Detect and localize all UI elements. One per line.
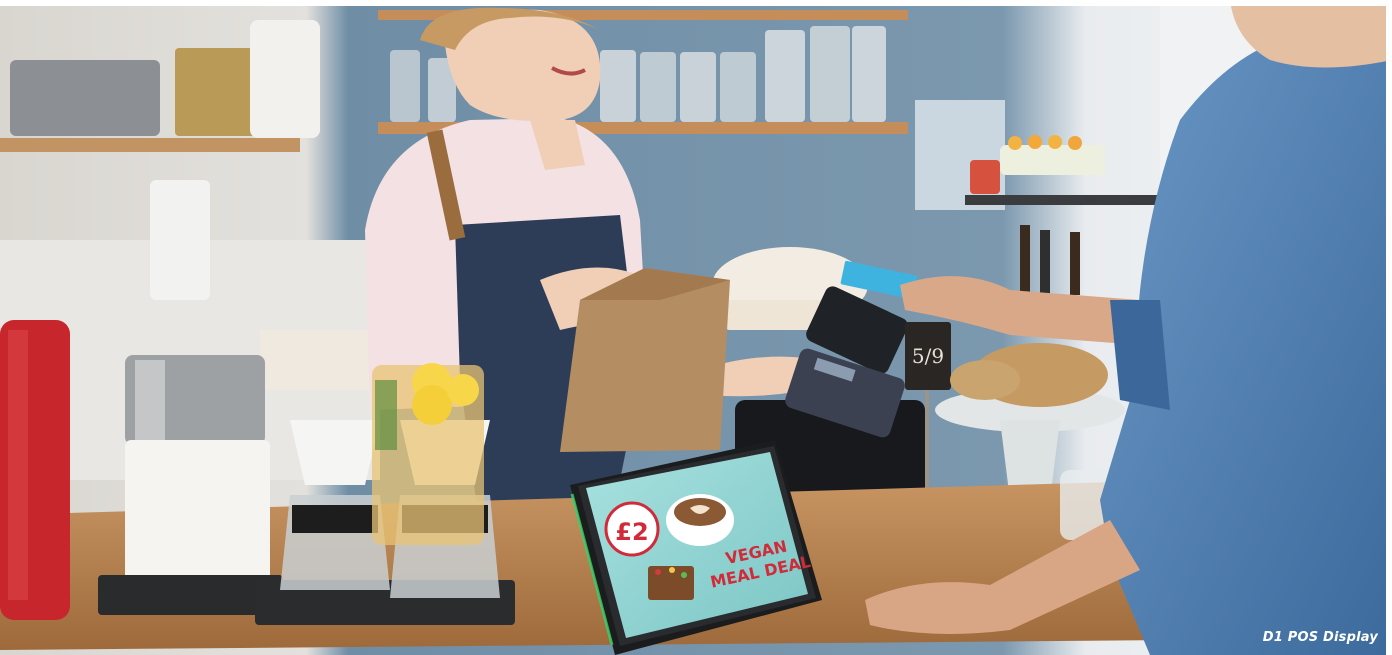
price-tag-text: 5/9	[912, 344, 944, 368]
photo-scene: 5/9 £2 VEGAN MEAL DEAL D1 POS Display	[0, 0, 1392, 655]
photo-caption: D1 POS Display	[1262, 630, 1378, 645]
lemonade-jug	[372, 363, 484, 545]
tablet-price: £2	[615, 518, 648, 546]
coffee-grinder	[98, 355, 283, 615]
red-kettle	[0, 320, 70, 620]
cafe-photo: 5/9 £2 VEGAN MEAL DEAL	[0, 0, 1392, 655]
